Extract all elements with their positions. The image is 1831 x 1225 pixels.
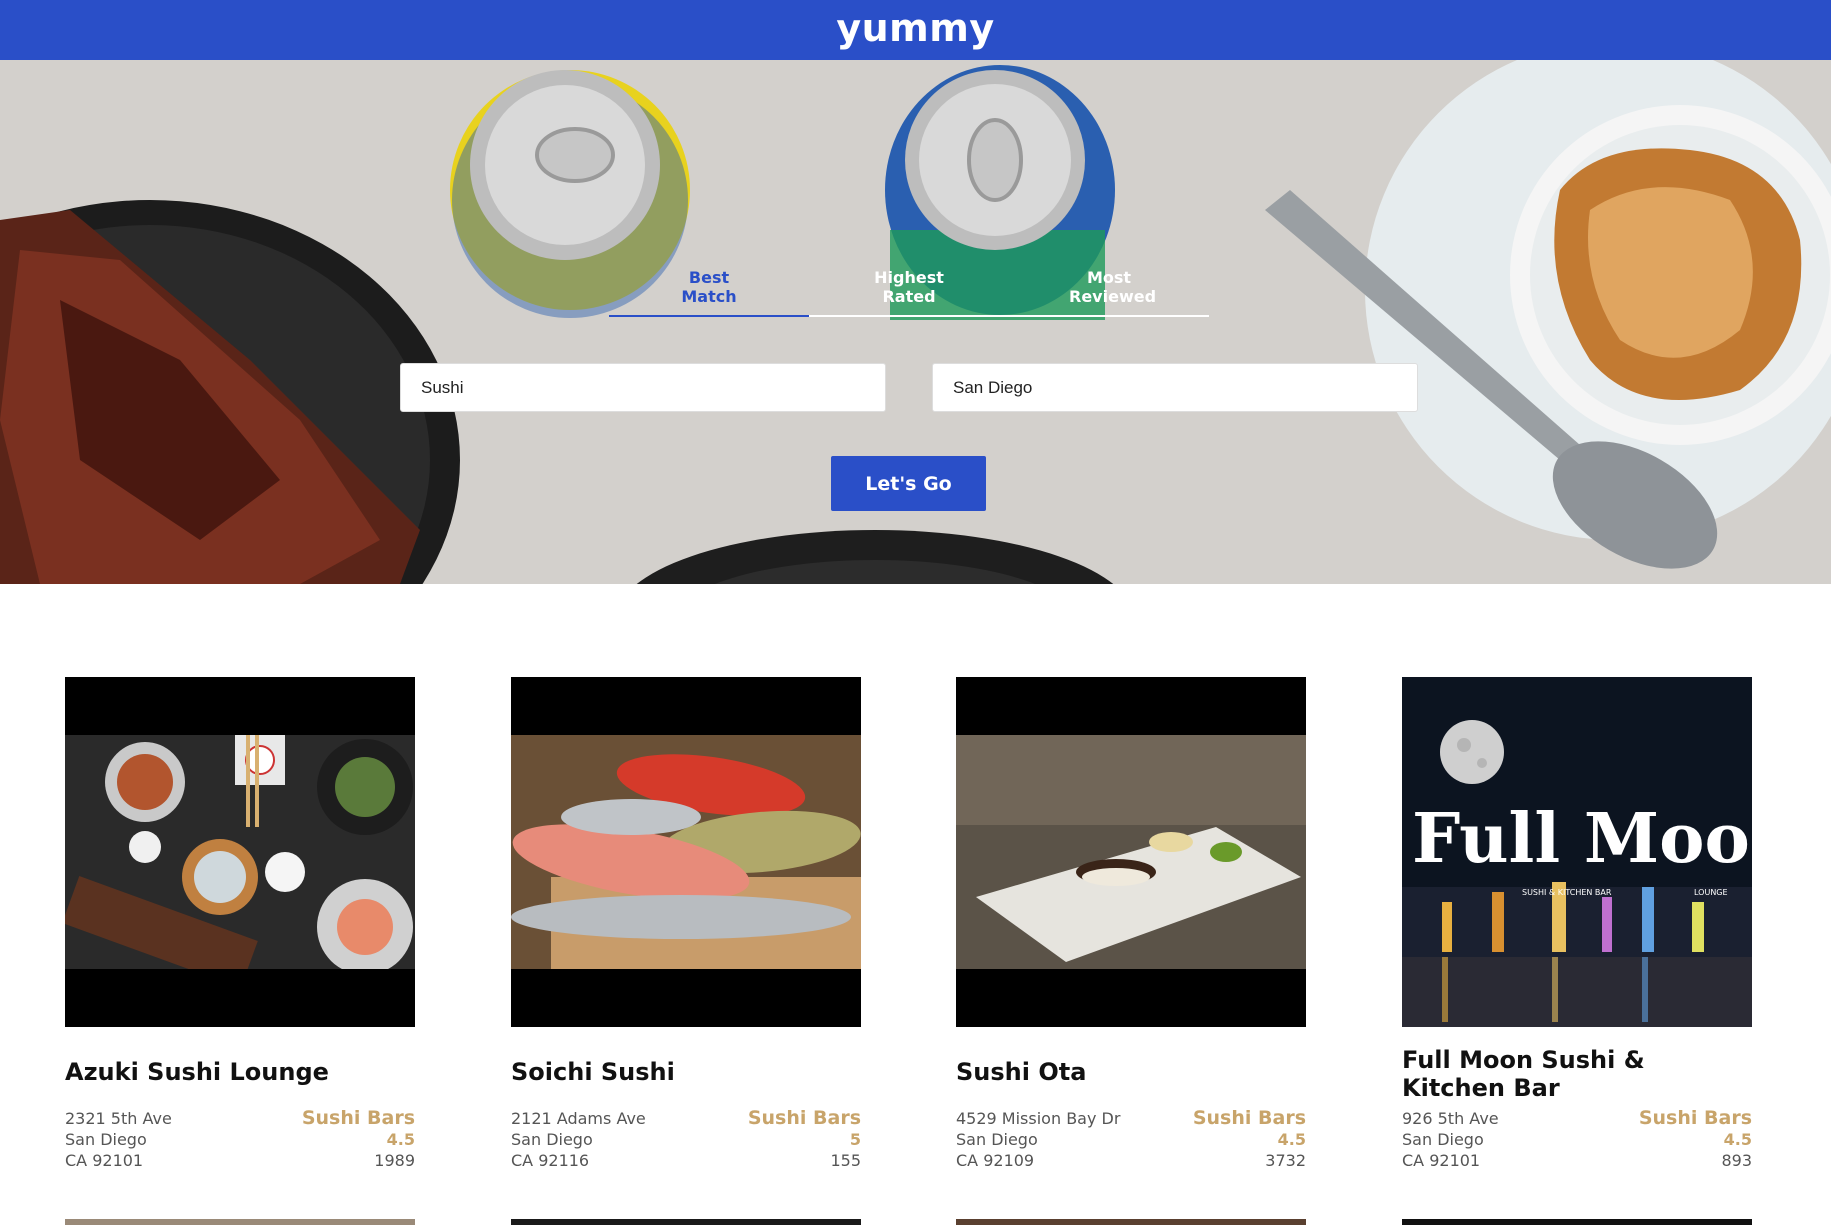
business-rating: 5 bbox=[849, 1130, 861, 1149]
business-address: 2121 Adams Ave San Diego CA 92116 bbox=[511, 1108, 646, 1171]
business-image-next-row bbox=[1402, 1219, 1752, 1225]
tab-best-match-label: Best Match bbox=[681, 268, 737, 306]
business-address: 4529 Mission Bay Dr San Diego CA 92109 bbox=[956, 1108, 1120, 1171]
business-meta: Sushi Bars 4.5 1989 bbox=[302, 1108, 415, 1171]
header-bar: yummy bbox=[0, 0, 1831, 60]
business-card[interactable]: Azuki Sushi Lounge 2321 5th Ave San Dieg… bbox=[65, 677, 415, 1170]
address-street: 2121 Adams Ave bbox=[511, 1109, 646, 1128]
business-image-next-row bbox=[511, 1219, 861, 1225]
business-rating: 4.5 bbox=[1277, 1130, 1306, 1149]
review-count: 3732 bbox=[1265, 1151, 1306, 1170]
business-rating: 4.5 bbox=[1723, 1130, 1752, 1149]
business-category: Sushi Bars bbox=[301, 1107, 415, 1129]
business-image bbox=[511, 677, 861, 1027]
business-image-next-row bbox=[956, 1219, 1306, 1225]
business-category: Sushi Bars bbox=[747, 1107, 861, 1129]
business-name[interactable]: Full Moon Sushi & Kitchen Bar bbox=[1402, 1046, 1752, 1102]
review-count: 893 bbox=[1721, 1151, 1752, 1170]
business-image-next-row bbox=[65, 1219, 415, 1225]
tab-most-reviewed[interactable]: Most Reviewed bbox=[1009, 210, 1209, 317]
address-state-zip: CA 92116 bbox=[511, 1151, 590, 1170]
sort-tabs: Best Match Highest Rated Most Reviewed bbox=[609, 210, 1209, 317]
business-image bbox=[65, 677, 415, 1027]
business-meta: Sushi Bars 5 155 bbox=[748, 1108, 861, 1171]
address-city: San Diego bbox=[956, 1130, 1038, 1149]
address-city: San Diego bbox=[65, 1130, 147, 1149]
business-image bbox=[956, 677, 1306, 1027]
business-meta: Sushi Bars 4.5 893 bbox=[1639, 1108, 1752, 1171]
address-state-zip: CA 92109 bbox=[956, 1151, 1035, 1170]
full-moon-logo-subtext: SUSHI & KITCHEN BAR bbox=[1522, 888, 1612, 897]
tab-highest-rated-label: Highest Rated bbox=[874, 268, 944, 306]
address-street: 4529 Mission Bay Dr bbox=[956, 1109, 1121, 1128]
business-name[interactable]: Soichi Sushi bbox=[511, 1058, 861, 1086]
business-image: Full Moon SUSHI & KITCHEN BAR LOUNGE bbox=[1402, 677, 1752, 1027]
address-street: 926 5th Ave bbox=[1402, 1109, 1499, 1128]
tab-most-reviewed-label: Most Reviewed bbox=[1069, 268, 1157, 306]
business-card[interactable]: Full Moon SUSHI & KITCHEN BAR LOUNGE Ful… bbox=[1402, 677, 1752, 1170]
yummy-logo[interactable]: yummy bbox=[836, 6, 994, 50]
business-meta: Sushi Bars 4.5 3732 bbox=[1193, 1108, 1306, 1171]
review-count: 155 bbox=[830, 1151, 861, 1170]
address-city: San Diego bbox=[511, 1130, 593, 1149]
business-rating: 4.5 bbox=[386, 1130, 415, 1149]
review-count: 1989 bbox=[374, 1151, 415, 1170]
search-location-input[interactable] bbox=[932, 363, 1418, 412]
hero-banner: Best Match Highest Rated Most Reviewed L… bbox=[0, 60, 1831, 584]
business-name[interactable]: Sushi Ota bbox=[956, 1058, 1306, 1086]
business-address: 2321 5th Ave San Diego CA 92101 bbox=[65, 1108, 172, 1171]
business-address: 926 5th Ave San Diego CA 92101 bbox=[1402, 1108, 1499, 1171]
address-city: San Diego bbox=[1402, 1130, 1484, 1149]
full-moon-logo-lounge: LOUNGE bbox=[1694, 888, 1728, 897]
business-card[interactable]: Sushi Ota 4529 Mission Bay Dr San Diego … bbox=[956, 677, 1306, 1170]
business-category: Sushi Bars bbox=[1638, 1107, 1752, 1129]
tab-best-match[interactable]: Best Match bbox=[609, 210, 809, 317]
lets-go-button[interactable]: Let's Go bbox=[831, 456, 986, 511]
address-state-zip: CA 92101 bbox=[1402, 1151, 1481, 1170]
tab-highest-rated[interactable]: Highest Rated bbox=[809, 210, 1009, 317]
address-state-zip: CA 92101 bbox=[65, 1151, 144, 1170]
business-name[interactable]: Azuki Sushi Lounge bbox=[65, 1058, 415, 1086]
full-moon-logo-text: Full Moon bbox=[1412, 799, 1752, 879]
search-term-input[interactable] bbox=[400, 363, 886, 412]
address-street: 2321 5th Ave bbox=[65, 1109, 172, 1128]
business-category: Sushi Bars bbox=[1192, 1107, 1306, 1129]
business-card[interactable]: Soichi Sushi 2121 Adams Ave San Diego CA… bbox=[511, 677, 861, 1170]
